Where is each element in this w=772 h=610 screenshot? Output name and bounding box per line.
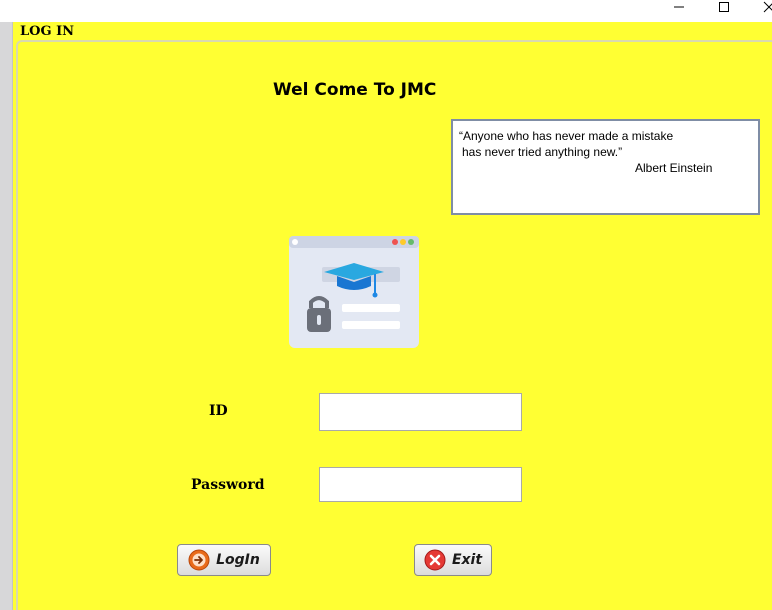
arrow-right-circle-icon	[188, 549, 210, 571]
login-button-label: LogIn	[216, 552, 260, 568]
quote-box: “Anyone who has never made a mistake has…	[451, 119, 760, 215]
quote-line-1: “Anyone who has never made a mistake	[459, 129, 674, 143]
panel-header: LOG IN	[13, 22, 772, 40]
login-window: LOG IN Wel Come To JMC “Anyone who has n…	[0, 0, 772, 610]
id-label: ID	[209, 403, 228, 419]
close-circle-icon	[424, 549, 446, 571]
login-button[interactable]: LogIn	[177, 544, 271, 576]
minimize-icon	[674, 6, 684, 8]
exit-button[interactable]: Exit	[414, 544, 492, 576]
quote-author: Albert Einstein	[635, 161, 713, 175]
id-input[interactable]	[319, 393, 522, 431]
maximize-icon	[719, 2, 729, 12]
maximize-button[interactable]	[701, 0, 747, 14]
graduation-cap-lock-icon	[289, 236, 419, 348]
password-label: Password	[191, 477, 265, 493]
exit-button-label: Exit	[451, 552, 483, 568]
welcome-heading: Wel Come To JMC	[273, 80, 437, 100]
close-icon	[763, 1, 772, 13]
password-input[interactable]	[319, 467, 522, 502]
minimize-button[interactable]	[656, 0, 702, 14]
close-button[interactable]	[746, 0, 772, 14]
title-bar	[0, 0, 772, 22]
quote-line-2: has never tried anything new.”	[462, 145, 623, 159]
panel-title: LOG IN	[20, 24, 75, 39]
left-strip	[0, 22, 13, 610]
